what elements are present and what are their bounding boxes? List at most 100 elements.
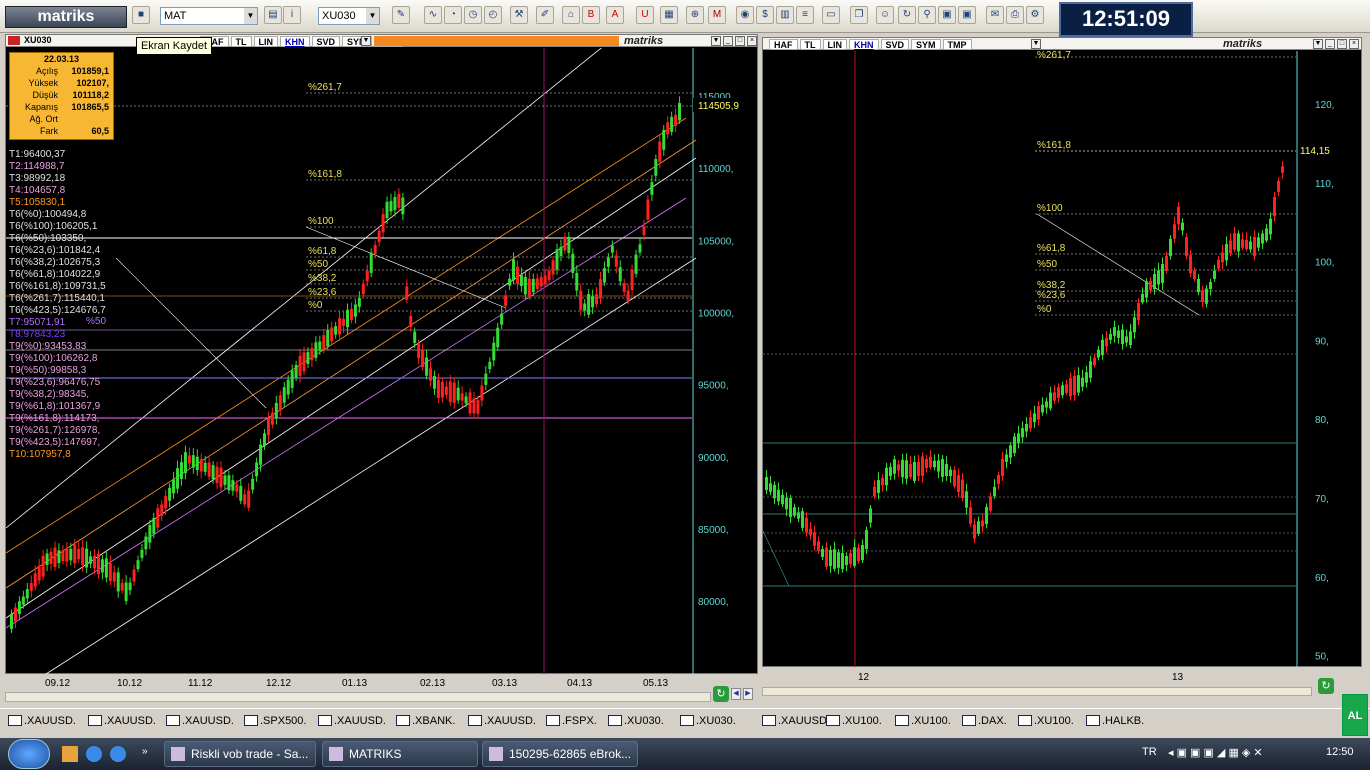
language-indicator[interactable]: TR	[1142, 746, 1157, 758]
window-blue2-icon[interactable]: ▣	[958, 6, 976, 24]
right-panel-menu-icon[interactable]: ▼	[1031, 39, 1041, 49]
left-panel-menu-icon[interactable]: ▼	[361, 36, 371, 46]
pencil-icon[interactable]: ✎	[392, 6, 410, 24]
chart-icon[interactable]: ▤	[264, 6, 282, 24]
close-icon[interactable]: ×	[1349, 39, 1359, 49]
dollar-icon[interactable]: $	[756, 6, 774, 24]
symbol-tab[interactable]: .XAUUSD.	[318, 713, 386, 730]
tab-lin[interactable]: LIN	[822, 39, 847, 50]
alarm-badge[interactable]: AL	[1342, 694, 1368, 736]
dropdown-icon[interactable]: ▼	[1313, 39, 1323, 49]
layout-icon[interactable]: ▭	[822, 6, 840, 24]
user-icon[interactable]: ☺	[876, 6, 894, 24]
refresh-icon[interactable]: ↻	[713, 686, 729, 702]
symbol-tab[interactable]: .XBANK.	[396, 713, 455, 730]
left-x-axis: 09.12 10.12 11.12 12.12 01.13 02.13 03.13 04.13…	[5, 676, 758, 692]
chevron-down-icon[interactable]: ▼	[244, 8, 257, 24]
folder-icon[interactable]	[62, 746, 78, 762]
refresh-icon[interactable]: ↻	[1318, 678, 1334, 694]
candle-body	[817, 541, 820, 551]
mail-icon[interactable]: ✉	[986, 6, 1004, 24]
window-blue-icon[interactable]: ▣	[938, 6, 956, 24]
symbol-tab[interactable]: .SPX500.	[244, 713, 306, 730]
tab-haf[interactable]: HAF	[769, 39, 798, 50]
right-chart-panel[interactable]: HAF TL LIN KHN SVD SYM TMP ▼ matriks ▼ _ □ × 1…	[762, 37, 1362, 667]
taskbar-button[interactable]: Riskli vob trade - Sa...	[164, 741, 316, 767]
symbol-tab[interactable]: .XU100.	[826, 713, 882, 730]
tab-lin[interactable]: LIN	[253, 36, 278, 47]
scroll-right-icon[interactable]: ▶	[743, 688, 753, 700]
tab-tl[interactable]: TL	[230, 36, 252, 47]
candle-body	[472, 398, 476, 414]
template-combo[interactable]: MAT ▼	[160, 7, 258, 25]
symbol-tab[interactable]: .XAUUSD.	[166, 713, 234, 730]
tab-sym[interactable]: SYM	[911, 39, 941, 50]
symbol-tab[interactable]: .XU100.	[1018, 713, 1074, 730]
taskbar-button[interactable]: 150295-62865 eBrok...	[482, 741, 638, 767]
print-icon[interactable]: ⎙	[1006, 6, 1024, 24]
windows-icon[interactable]: ❐	[850, 6, 868, 24]
line-chart-icon[interactable]: ∿	[424, 6, 442, 24]
news-icon[interactable]: ≡	[796, 6, 814, 24]
symbol-tab[interactable]: .DAX.	[962, 713, 1007, 730]
minimize-icon[interactable]: _	[723, 36, 733, 46]
tab-khn[interactable]: KHN	[849, 39, 879, 50]
symbol-tab[interactable]: .XAUUSD.	[762, 713, 830, 730]
link-icon[interactable]: ⊕	[686, 6, 704, 24]
right-scrollbar[interactable]	[762, 687, 1312, 696]
letter-u-icon[interactable]: U	[636, 6, 654, 24]
dropdown-icon[interactable]: ▼	[711, 36, 721, 46]
letter-a-icon[interactable]: A	[606, 6, 624, 24]
save-screen-button[interactable]: ■	[132, 6, 150, 24]
maximize-icon[interactable]: □	[1337, 39, 1347, 49]
tab-tl[interactable]: TL	[799, 39, 821, 50]
tab-tmp[interactable]: TMP	[942, 39, 972, 50]
left-scrollbar[interactable]	[5, 692, 711, 702]
symbol-tab[interactable]: .XAUUSD.	[8, 713, 76, 730]
tab-khn[interactable]: KHN	[280, 36, 310, 47]
taskbar-button[interactable]: MATRIKS	[322, 741, 478, 767]
right-price-chart[interactable]: 120, 110, 100, 90, 80, 70, 60, 50, %261,7 %161,8%…	[763, 51, 1361, 667]
bold-b-icon[interactable]: B	[582, 6, 600, 24]
candle-body	[785, 497, 788, 510]
symbol-tab[interactable]: .XU030.	[608, 713, 664, 730]
maximize-icon[interactable]: □	[735, 36, 745, 46]
candle-body	[555, 249, 559, 270]
info-icon[interactable]: i	[283, 6, 301, 24]
edit-icon[interactable]: ✐	[536, 6, 554, 24]
start-button[interactable]	[8, 739, 50, 769]
close-icon[interactable]: ×	[747, 36, 757, 46]
clock-icon[interactable]: ◴	[484, 6, 502, 24]
candle-body	[949, 469, 952, 477]
chevron-down-icon[interactable]: ▼	[366, 8, 379, 24]
symbol-tab[interactable]: .XU100.	[895, 713, 951, 730]
pie-chart-icon[interactable]: ◔	[444, 6, 462, 24]
ie-icon[interactable]	[86, 746, 102, 762]
refresh-icon[interactable]: ↻	[898, 6, 916, 24]
symbol-tab[interactable]: .XU030.	[680, 713, 736, 730]
symbol-tab[interactable]: .XAUUSD.	[468, 713, 536, 730]
gauge-icon[interactable]: ◷	[464, 6, 482, 24]
candle-body	[989, 496, 992, 511]
info-row: Açılış 101859,1	[10, 65, 113, 77]
tools-icon[interactable]: ⚒	[510, 6, 528, 24]
symbol-tabs-bar: .XAUUSD. .XAUUSD. .XAUUSD. .SPX500. .XAUUSD.…	[0, 708, 1370, 732]
scroll-left-icon[interactable]: ◀	[731, 688, 741, 700]
chevron-right-icon[interactable]: »	[142, 746, 148, 757]
minimize-icon[interactable]: _	[1325, 39, 1335, 49]
level-item: T9(%61,8):101367,9	[9, 401, 101, 412]
symbol-tab[interactable]: .HALKB.	[1086, 713, 1144, 730]
home-icon[interactable]: ⌂	[562, 6, 580, 24]
tab-svd[interactable]: SVD	[311, 36, 341, 47]
table-icon[interactable]: ▥	[776, 6, 794, 24]
tab-svd[interactable]: SVD	[880, 39, 910, 50]
letter-m-icon[interactable]: M	[708, 6, 726, 24]
ie-icon[interactable]	[110, 746, 126, 762]
search-icon[interactable]: ⚲	[918, 6, 936, 24]
settings-icon[interactable]: ⚙	[1026, 6, 1044, 24]
symbol-combo[interactable]: XU030 ▼	[318, 7, 380, 25]
symbol-tab[interactable]: .XAUUSD.	[88, 713, 156, 730]
eye-icon[interactable]: ◉	[736, 6, 754, 24]
symbol-tab[interactable]: .FSPX.	[546, 713, 597, 730]
grid-icon[interactable]: ▦	[660, 6, 678, 24]
